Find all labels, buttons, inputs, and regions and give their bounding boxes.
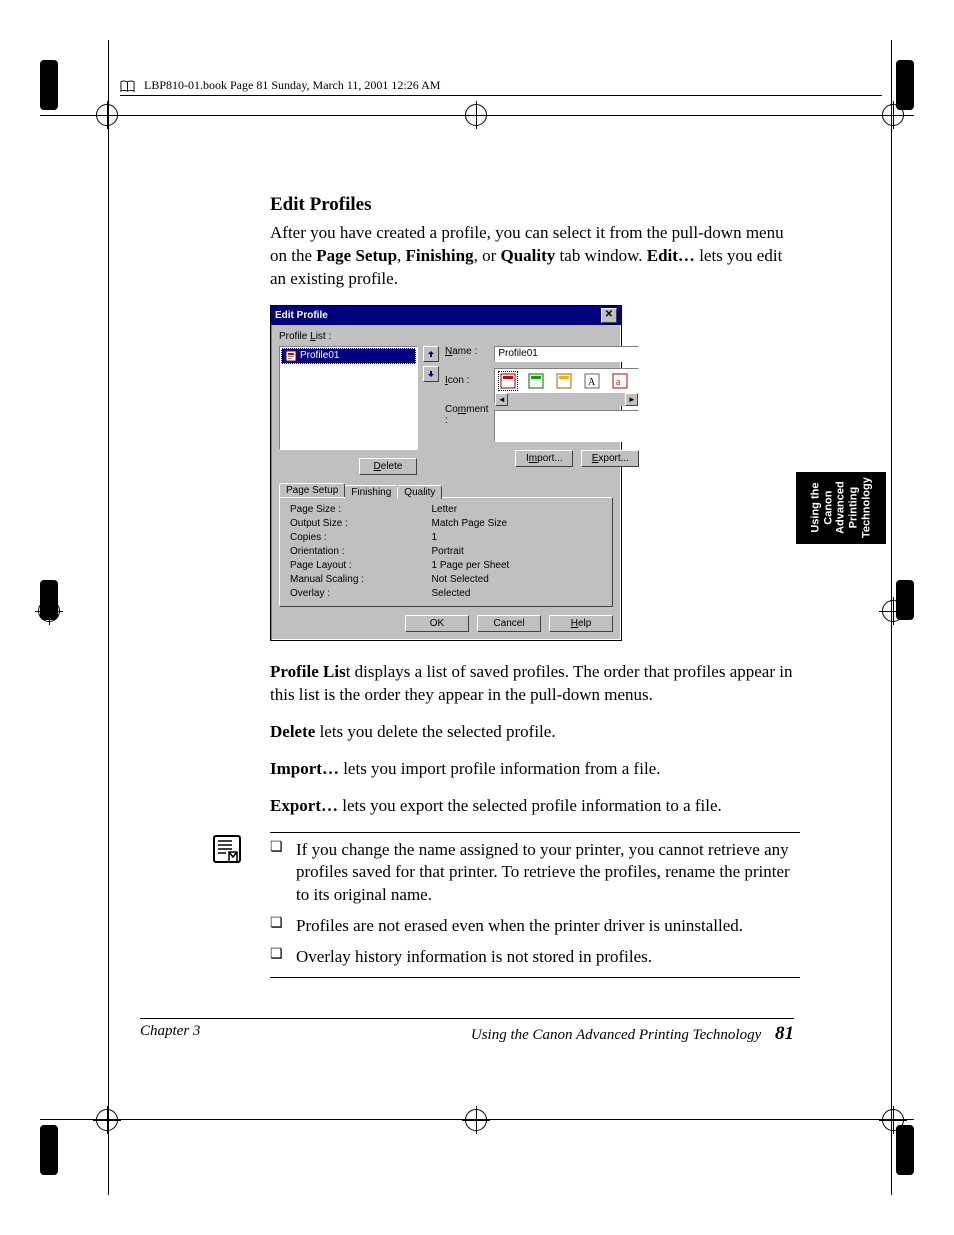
property-tabs: Page Setup Finishing Quality [279,483,613,497]
property-key: Copies : [290,532,430,544]
property-value: Match Page Size [432,518,603,530]
desc-export: Export… lets you export the selected pro… [270,795,800,818]
note-item: Profiles are not erased even when the pr… [270,915,800,938]
profile-list-box[interactable]: Profile01 [279,346,418,450]
binding-mark-icon [40,60,58,110]
tab-finishing[interactable]: Finishing [344,485,398,499]
comment-label: Comment : [445,404,488,426]
section-heading: Edit Profiles [270,194,800,216]
close-icon[interactable]: ✕ [601,308,617,323]
note-item: If you change the name assigned to your … [270,839,800,908]
property-value: Not Selected [432,574,603,586]
property-value: Selected [432,588,603,600]
property-key: Output Size : [290,518,430,530]
property-key: Page Layout : [290,560,430,572]
desc-delete: Delete lets you delete the selected prof… [270,721,800,744]
property-row: Output Size :Match Page Size [290,518,602,530]
binding-mark-icon [40,580,58,620]
name-label: Name : [445,346,488,357]
footer-page-number: 81 [775,1023,794,1044]
property-value: 1 [432,532,603,544]
profile-item-label: Profile01 [300,350,339,361]
icon-label: Icon : [445,375,488,386]
name-input[interactable]: Profile01 [494,346,639,362]
note-item: Overlay history information is not store… [270,946,800,969]
page-footer: Chapter 3 Using the Canon Advanced Print… [140,1018,794,1045]
registration-mark-icon [96,1109,118,1131]
icon-option[interactable] [498,371,518,391]
icon-option[interactable]: A [582,371,602,391]
dialog-title: Edit Profile [275,310,328,321]
registration-mark-icon [465,104,487,126]
tab-page-setup[interactable]: Page Setup [279,483,345,497]
property-key: Page Size : [290,504,430,516]
move-down-button[interactable] [423,366,439,382]
svg-text:A: A [588,377,596,388]
delete-button[interactable]: Delete [359,458,417,475]
icon-option[interactable]: a [610,371,630,391]
profile-item-icon [285,350,297,362]
desc-profile-list: Profile List displays a list of saved pr… [270,661,800,707]
scroll-left-icon[interactable]: ◄ [495,393,508,406]
footer-title: Using the Canon Advanced Printing Techno… [471,1027,761,1043]
icon-scrollbar[interactable]: ◄ ► [495,393,638,406]
import-button[interactable]: Import... [515,450,573,467]
profile-list-item[interactable]: Profile01 [281,348,416,364]
property-key: Orientation : [290,546,430,558]
property-row: Copies :1 [290,532,602,544]
footer-chapter: Chapter 3 [140,1023,200,1045]
binding-mark-icon [896,60,914,110]
property-value: Portrait [432,546,603,558]
intro-paragraph: After you have created a profile, you ca… [270,222,800,291]
move-up-button[interactable] [423,346,439,362]
properties-table: Page Size :LetterOutput Size :Match Page… [288,502,604,602]
property-value: 1 Page per Sheet [432,560,603,572]
property-row: Page Size :Letter [290,504,602,516]
crop-line-left [108,40,109,1195]
property-row: Overlay :Selected [290,588,602,600]
property-value: Letter [432,504,603,516]
header-text: LBP810-01.book Page 81 Sunday, March 11,… [144,78,440,92]
property-row: Orientation :Portrait [290,546,602,558]
registration-mark-icon [465,1109,487,1131]
arrow-up-icon [426,349,436,359]
svg-text:a: a [616,377,621,388]
binding-mark-icon [896,1125,914,1175]
chapter-thumb-label: Using the Canon Advanced Printing Techno… [809,474,872,542]
book-icon [120,80,135,93]
note-icon [212,834,242,864]
edit-profile-dialog: Edit Profile ✕ Profile List : Profile01 [270,305,622,641]
property-key: Manual Scaling : [290,574,430,586]
tab-quality[interactable]: Quality [397,485,442,499]
scroll-right-icon[interactable]: ► [625,393,638,406]
cancel-button[interactable]: Cancel [477,615,541,632]
profile-list-label: Profile List : [279,331,331,342]
tab-panel: Page Size :LetterOutput Size :Match Page… [279,497,613,607]
arrow-down-icon [426,369,436,379]
dialog-titlebar[interactable]: Edit Profile ✕ [271,306,621,325]
property-row: Manual Scaling :Not Selected [290,574,602,586]
registration-mark-icon [96,104,118,126]
comment-input[interactable] [494,410,639,442]
export-button[interactable]: Export... [581,450,639,467]
binding-mark-icon [896,580,914,620]
icon-option[interactable] [526,371,546,391]
chapter-thumb-tab: Using the Canon Advanced Printing Techno… [796,472,886,544]
binding-mark-icon [40,1125,58,1175]
help-button[interactable]: Help [549,615,613,632]
property-key: Overlay : [290,588,430,600]
note-block: If you change the name assigned to your … [270,832,800,979]
property-row: Page Layout :1 Page per Sheet [290,560,602,572]
icon-picker[interactable]: A a ◄ ► [494,368,639,404]
desc-import: Import… lets you import profile informat… [270,758,800,781]
page-header: LBP810-01.book Page 81 Sunday, March 11,… [120,78,882,96]
name-input-value: Profile01 [498,348,537,359]
ok-button[interactable]: OK [405,615,469,632]
icon-option[interactable] [554,371,574,391]
